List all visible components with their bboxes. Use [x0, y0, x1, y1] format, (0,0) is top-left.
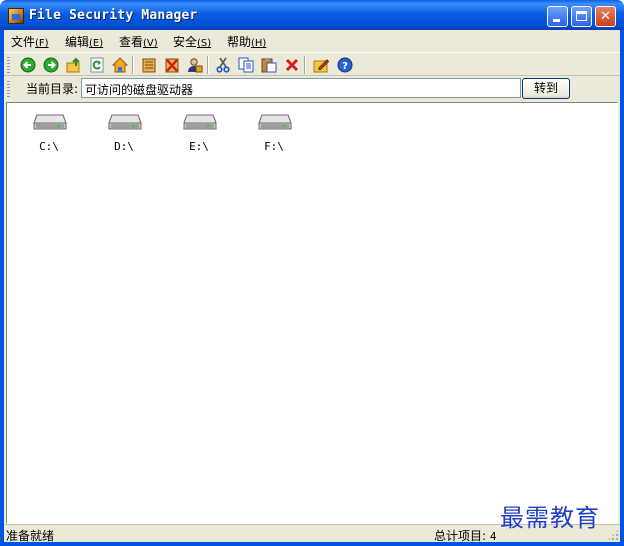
title-bar[interactable]: File Security Manager ✕ [0, 0, 624, 30]
menu-security-accel: (S) [197, 38, 212, 49]
menu-edit-label: 编辑 [65, 35, 90, 49]
watermark: 最需教育 [500, 504, 600, 532]
maximize-icon [576, 11, 587, 21]
window-title: File Security Manager [29, 8, 198, 23]
menu-security[interactable]: 安全(S) [173, 33, 211, 50]
drive-item-d[interactable]: D:\ [94, 107, 154, 157]
toolbar-separator [132, 56, 134, 74]
close-button[interactable]: ✕ [595, 6, 616, 27]
close-icon: ✕ [600, 9, 611, 24]
menu-file-label: 文件 [11, 35, 36, 49]
svg-text:?: ? [342, 61, 348, 72]
drive-item-e[interactable]: E:\ [169, 107, 229, 157]
forward-icon[interactable] [42, 56, 60, 74]
drive-item-f[interactable]: F:\ [244, 107, 304, 157]
maximize-button[interactable] [571, 6, 592, 27]
app-window: File Security Manager ✕ 文件(F) 编辑(E) 查看(V… [0, 0, 624, 546]
copy-icon[interactable] [237, 56, 255, 74]
address-input[interactable]: 可访问的磁盘驱动器 [81, 78, 521, 98]
hard-drive-icon [108, 114, 142, 130]
address-bar: 当前目录: 可访问的磁盘驱动器 转到 [4, 77, 620, 101]
menu-help[interactable]: 帮助(H) [227, 33, 266, 50]
menu-view-label: 查看 [119, 35, 144, 49]
address-label: 当前目录: [26, 82, 79, 96]
toolbar-separator [304, 56, 306, 74]
item-count: 总计项目: 4 [434, 527, 497, 544]
menu-view-accel: (V) [143, 38, 158, 49]
cut-icon[interactable] [214, 56, 232, 74]
menu-help-accel: (H) [251, 38, 267, 49]
status-text: 准备就绪 [6, 529, 55, 543]
hard-drive-icon [33, 114, 67, 130]
minimize-button[interactable] [547, 6, 568, 27]
encrypt-icon[interactable] [140, 56, 158, 74]
menu-view[interactable]: 查看(V) [119, 33, 158, 50]
menu-security-label: 安全 [173, 35, 198, 49]
drive-item-c[interactable]: C:\ [19, 107, 79, 157]
hard-drive-icon [258, 114, 292, 130]
drive-label: D:\ [114, 140, 134, 153]
minimize-icon [553, 19, 560, 22]
app-icon[interactable] [8, 8, 24, 24]
user-lock-icon[interactable] [186, 56, 204, 74]
properties-icon[interactable] [312, 56, 330, 74]
item-count-value: 4 [489, 530, 497, 543]
menu-edit[interactable]: 编辑(E) [65, 33, 103, 50]
client-area: 文件(F) 编辑(E) 查看(V) 安全(S) 帮助(H) ? 当前目录: 可访… [4, 30, 620, 544]
resize-grip[interactable] [607, 529, 619, 541]
menu-edit-accel: (E) [89, 38, 104, 49]
hard-drive-icon [183, 114, 217, 130]
home-icon[interactable] [111, 56, 129, 74]
menu-bar: 文件(F) 编辑(E) 查看(V) 安全(S) 帮助(H) [4, 30, 620, 50]
toolbar-separator [207, 56, 209, 74]
go-button[interactable]: 转到 [522, 78, 570, 99]
address-bar-grip[interactable] [7, 81, 10, 97]
toolbar-grip[interactable] [7, 57, 10, 73]
toolbar: ? [4, 52, 620, 76]
menu-file-accel: (F) [35, 38, 49, 49]
paste-icon[interactable] [260, 56, 278, 74]
back-icon[interactable] [19, 56, 37, 74]
drive-label: E:\ [189, 140, 209, 153]
delete-icon[interactable] [283, 56, 301, 74]
drive-label: C:\ [39, 140, 59, 153]
drive-label: F:\ [264, 140, 284, 153]
up-folder-icon[interactable] [65, 56, 83, 74]
menu-help-label: 帮助 [227, 35, 252, 49]
refresh-icon[interactable] [88, 56, 106, 74]
decrypt-icon[interactable] [163, 56, 181, 74]
item-count-label: 总计项目: [434, 529, 487, 543]
drive-list-pane[interactable]: C:\ D:\ E:\ F:\ [6, 102, 618, 524]
menu-file[interactable]: 文件(F) [11, 33, 49, 50]
help-icon[interactable]: ? [336, 56, 354, 74]
